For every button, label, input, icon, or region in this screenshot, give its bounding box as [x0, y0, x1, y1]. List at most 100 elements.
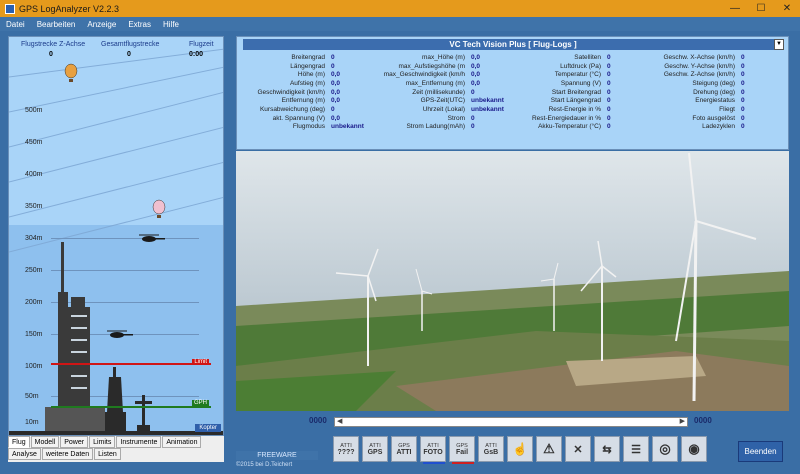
- balloon-icon: [152, 199, 166, 218]
- maximize-button[interactable]: ☐: [748, 0, 774, 17]
- field-label: Spannung (V): [560, 79, 601, 87]
- field-value: 0: [741, 97, 745, 105]
- altitude-panel: Flugstrecke Z-Achse 0 Gesamtflugstrecke …: [8, 36, 224, 436]
- field-value: 0: [741, 53, 745, 61]
- field-value: 0,0: [331, 79, 341, 87]
- field-value: 0,0: [471, 53, 481, 61]
- field-value: unbekannt: [471, 97, 504, 105]
- field-value: 0: [607, 53, 611, 61]
- tab-weitere-daten[interactable]: weitere Daten: [41, 448, 94, 460]
- helicopter-icon: [139, 234, 165, 242]
- field-value: 0: [471, 88, 475, 96]
- menu-extras[interactable]: Extras: [128, 20, 151, 29]
- gps-atti-button[interactable]: GPS ATTI: [391, 436, 417, 462]
- tab-limits[interactable]: Limits: [89, 436, 116, 448]
- atti-counter-button[interactable]: ATTI????: [333, 436, 359, 462]
- button-label: FOTO: [423, 448, 443, 456]
- field-label: Geschw. Y-Achse (km/h): [664, 62, 735, 70]
- chevron-left-icon[interactable]: ◀: [337, 418, 342, 426]
- field-value: 0: [471, 123, 475, 131]
- atti-gsb-button[interactable]: ATTI GsB: [478, 436, 504, 462]
- tab-animation[interactable]: Animation: [162, 436, 202, 448]
- kopter-badge[interactable]: Kopter: [195, 424, 221, 432]
- pointer-tool-button[interactable]: ☝: [507, 436, 533, 462]
- field-value: 0: [741, 79, 745, 87]
- video-slider[interactable]: ◀ ▶: [334, 417, 688, 427]
- field-value: 0: [331, 53, 335, 61]
- atti-foto-button[interactable]: ATTI FOTO: [420, 436, 446, 464]
- menu-datei[interactable]: Datei: [6, 20, 25, 29]
- field-value: 0: [331, 105, 335, 113]
- freeware-banner: FREEWARE: [236, 451, 318, 460]
- data-column-4: Geschw. X-Achse (km/h) 0 Geschw. Y-Achse …: [643, 53, 745, 131]
- field-label: Rest-Energie in %: [548, 105, 601, 113]
- field-label: max_Entfernung (m): [405, 79, 465, 87]
- video-frame[interactable]: [236, 151, 789, 411]
- field-value: 0: [607, 105, 611, 113]
- data-column-1: Breitengrad 0 Längengrad 0 Höhe (m) 0,0 Auf…: [237, 53, 363, 131]
- field-label: Breitengrad: [291, 53, 325, 61]
- field-label: Höhe (m): [297, 71, 325, 79]
- field-label: max_Geschwindigkeit (km/h: [383, 71, 465, 79]
- field-value: 0,0: [331, 97, 341, 105]
- helicopter-icon: [107, 330, 133, 338]
- map-button[interactable]: ⇆: [594, 436, 620, 462]
- field-value: 0: [607, 62, 611, 70]
- menu-anzeige[interactable]: Anzeige: [87, 20, 116, 29]
- field-value: 0: [741, 123, 745, 131]
- field-label: Strom: [447, 114, 465, 122]
- button-label: ATTI: [396, 448, 412, 456]
- gph-tag: GPH: [191, 400, 209, 406]
- data-column-2: max_Höhe (m) 0,0 max_Aufstiegshöhe (m 0,0 …: [365, 53, 504, 131]
- limit-tag: Limit: [192, 359, 209, 365]
- chevron-down-icon[interactable]: ▼: [774, 39, 784, 50]
- field-value: 0,0: [331, 71, 341, 79]
- field-value: 0,0: [471, 79, 481, 87]
- menu-bearbeiten[interactable]: Bearbeiten: [37, 20, 76, 29]
- data-column-3: Satelliten 0 Luftdruck (Pa) 0 Temperatur (…: [507, 53, 611, 131]
- field-label: Ladezyklen: [702, 123, 735, 131]
- red-indicator: [452, 462, 474, 464]
- tab-listen[interactable]: Listen: [94, 448, 121, 460]
- beenden-button[interactable]: Beenden: [738, 441, 783, 462]
- app-icon: [5, 3, 15, 14]
- log-selector-title[interactable]: VC Tech Vision Plus [ Flug-Logs ]: [243, 39, 783, 50]
- delete-marker-button[interactable]: ✕: [565, 436, 591, 462]
- warning-icon: ⚠: [543, 441, 555, 456]
- warning-button[interactable]: ⚠: [536, 436, 562, 462]
- tab-power[interactable]: Power: [60, 436, 89, 448]
- skyline-illustration: [9, 63, 223, 435]
- tab-instrumente[interactable]: Instrumente: [116, 436, 162, 448]
- field-label: Zeit (millisekunde): [412, 88, 465, 96]
- close-button[interactable]: ✕: [774, 0, 800, 17]
- title-bar: GPS LogAnalyzer V2.2.3 — ☐ ✕: [0, 0, 800, 17]
- menu-bar: Datei Bearbeiten Anzeige Extras Hilfe: [0, 17, 800, 31]
- target-button[interactable]: ◎: [652, 436, 678, 462]
- field-value: 0: [607, 114, 611, 122]
- button-label: Fail: [455, 448, 469, 456]
- target-icon: ◎: [659, 441, 671, 456]
- limit-line: [51, 363, 211, 365]
- list-button[interactable]: ☰: [623, 436, 649, 462]
- field-label: max_Höhe (m): [422, 53, 465, 61]
- field-value: 0: [741, 62, 745, 70]
- slider-start-value: 0000: [309, 416, 327, 425]
- field-label: Akku-Temperatur (°C): [538, 123, 601, 131]
- field-value: 0: [607, 79, 611, 87]
- field-label: Foto ausgelöst: [692, 114, 735, 122]
- compass-button[interactable]: ◉: [681, 436, 707, 462]
- menu-hilfe[interactable]: Hilfe: [163, 20, 179, 29]
- button-label: ????: [337, 448, 355, 456]
- minimize-button[interactable]: —: [722, 0, 748, 17]
- atti-gps-button[interactable]: ATTI GPS: [362, 436, 388, 462]
- chevron-right-icon[interactable]: ▶: [680, 418, 685, 426]
- tab-analyse[interactable]: Analyse: [8, 448, 41, 460]
- credit-text: ©2015 bei D.Teichert: [236, 462, 293, 468]
- tab-modell[interactable]: Modell: [30, 436, 60, 448]
- field-label: Geschw. X-Achse (km/h): [663, 53, 735, 61]
- field-value: 0: [741, 71, 745, 79]
- tab-flug[interactable]: Flug: [8, 436, 30, 448]
- fail-button[interactable]: GPS Fail: [449, 436, 475, 464]
- field-label: Drehung (deg): [693, 88, 735, 96]
- cross-monument: [135, 395, 152, 431]
